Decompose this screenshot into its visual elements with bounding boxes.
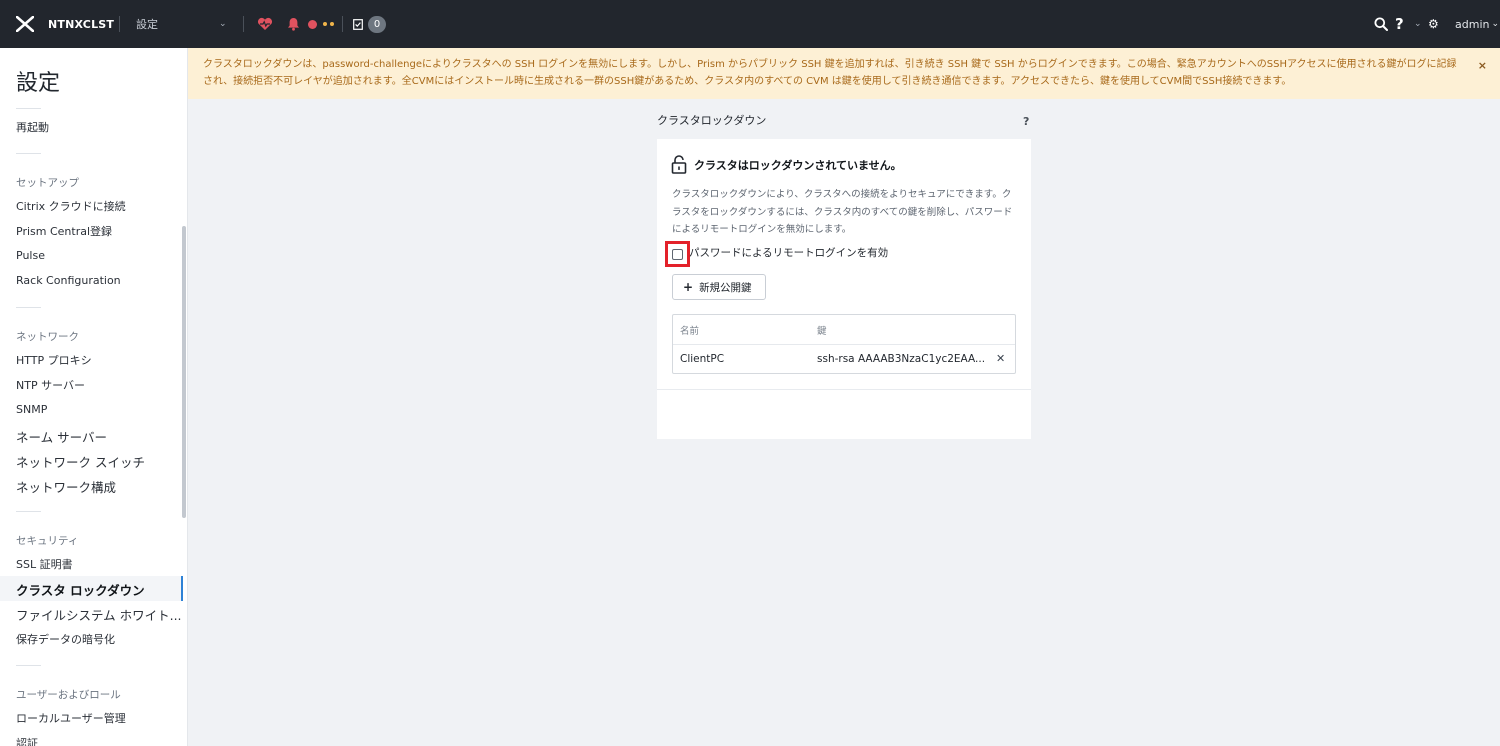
sidebar-item-local-user-management[interactable]: ローカルユーザー管理 [16,710,126,726]
warning-dots-icon[interactable] [323,0,334,48]
sidebar-item-cluster-lockdown[interactable]: クラスタ ロックダウン [16,580,145,599]
sidebar-item-citrix-cloud[interactable]: Citrix クラウドに接続 [16,198,126,214]
divider [673,344,1015,345]
divider [16,665,41,666]
search-icon[interactable] [1374,0,1388,48]
divider [16,153,41,154]
critical-alert-dot-icon[interactable] [308,0,317,48]
health-heart-icon[interactable] [257,0,273,48]
help-icon[interactable]: ? [1023,115,1029,128]
public-key-table: 名前 鍵 ClientPC ssh-rsa AAAAB3NzaC1yc2EAA.… [672,314,1016,374]
warning-banner: クラスタロックダウンは、password-challengeによりクラスタへの … [188,48,1500,99]
sidebar-item-rack-configuration[interactable]: Rack Configuration [16,274,121,287]
user-name: admin [1455,17,1490,31]
task-checklist-icon [353,18,363,30]
column-header-name: 名前 [680,326,700,337]
delete-key-icon[interactable]: ✕ [996,352,1005,365]
add-public-key-label: 新規公開鍵 [699,281,752,294]
plus-icon: + [683,280,694,294]
sidebar-section-security: セキュリティ [16,535,79,547]
nutanix-logo-icon[interactable] [16,0,36,48]
lockdown-description: クラスタロックダウンにより、クラスタへの接続をよりセキュアにできます。クラスタを… [672,189,1013,235]
divider [119,16,120,32]
divider [243,16,244,32]
close-icon[interactable]: × [1478,57,1487,74]
sidebar-title: 設定 [16,71,61,96]
sidebar-item-ssl-certificate[interactable]: SSL 証明書 [16,556,73,572]
unlocked-padlock-icon [671,155,687,178]
tasks-button[interactable]: 0 [353,0,386,48]
sidebar-item-name-server[interactable]: ネーム サーバー [16,427,107,446]
user-menu[interactable]: admin ⌄ [1455,0,1499,48]
lockdown-status: クラスタはロックダウンされていません。 [694,159,902,172]
sidebar-item-restart[interactable]: 再起動 [16,119,49,135]
divider [16,108,41,109]
divider [16,307,41,308]
add-public-key-button[interactable]: + 新規公開鍵 [672,274,766,300]
chevron-down-icon[interactable]: ⌄ [219,0,227,48]
chevron-down-icon[interactable]: ⌄ [1414,0,1422,48]
banner-text: クラスタロックダウンは、password-challengeによりクラスタへの … [203,59,1457,87]
password-login-checkbox[interactable] [672,249,683,260]
sidebar-section-setup: セットアップ [16,177,79,189]
sidebar-item-authentication[interactable]: 認証 [16,735,38,746]
sidebar-item-network-config[interactable]: ネットワーク構成 [16,477,116,496]
key-row-value: ssh-rsa AAAAB3NzaC1yc2EAA... [817,353,986,365]
cluster-name[interactable]: NTNXCLST [48,0,114,48]
chevron-down-icon: ⌄ [1491,19,1500,29]
sidebar-section-users-roles: ユーザーおよびロール [16,689,121,701]
divider [342,16,343,32]
page-title: クラスタロックダウン [657,114,767,127]
sidebar-item-network-switch[interactable]: ネットワーク スイッチ [16,452,145,471]
column-header-key: 鍵 [817,326,827,337]
task-count-badge: 0 [368,15,386,33]
sidebar-scrollbar[interactable] [182,226,186,518]
key-row-name: ClientPC [680,353,725,365]
sidebar-item-filesystem-whitelist[interactable]: ファイルシステム ホワイト... [16,605,182,624]
sidebar-section-network: ネットワーク [16,331,79,343]
divider [16,511,41,512]
sidebar-item-prism-central[interactable]: Prism Central登録 [16,223,112,239]
password-login-checkbox-label[interactable]: パスワードによるリモートログインを有効 [689,245,888,260]
page-selector[interactable]: 設定 [136,0,158,48]
sidebar-item-ntp-server[interactable]: NTP サーバー [16,377,85,393]
sidebar-item-snmp[interactable]: SNMP [16,403,47,416]
sidebar-item-http-proxy[interactable]: HTTP プロキシ [16,352,92,368]
top-navigation-bar: NTNXCLST 設定 ⌄ 0 ? ⌄ ⚙ admin ⌄ [0,0,1500,48]
sidebar-item-data-at-rest-encryption[interactable]: 保存データの暗号化 [16,631,115,647]
divider [657,389,1031,390]
sidebar-item-pulse[interactable]: Pulse [16,249,45,262]
alerts-bell-icon[interactable] [287,0,300,48]
help-icon[interactable]: ? [1395,0,1404,48]
settings-sidebar: 設定 再起動 セットアップ Citrix クラウドに接続 Prism Centr… [0,48,188,746]
gear-icon[interactable]: ⚙ [1428,0,1439,48]
lockdown-card: クラスタはロックダウンされていません。 クラスタロックダウンにより、クラスタへの… [657,139,1031,439]
